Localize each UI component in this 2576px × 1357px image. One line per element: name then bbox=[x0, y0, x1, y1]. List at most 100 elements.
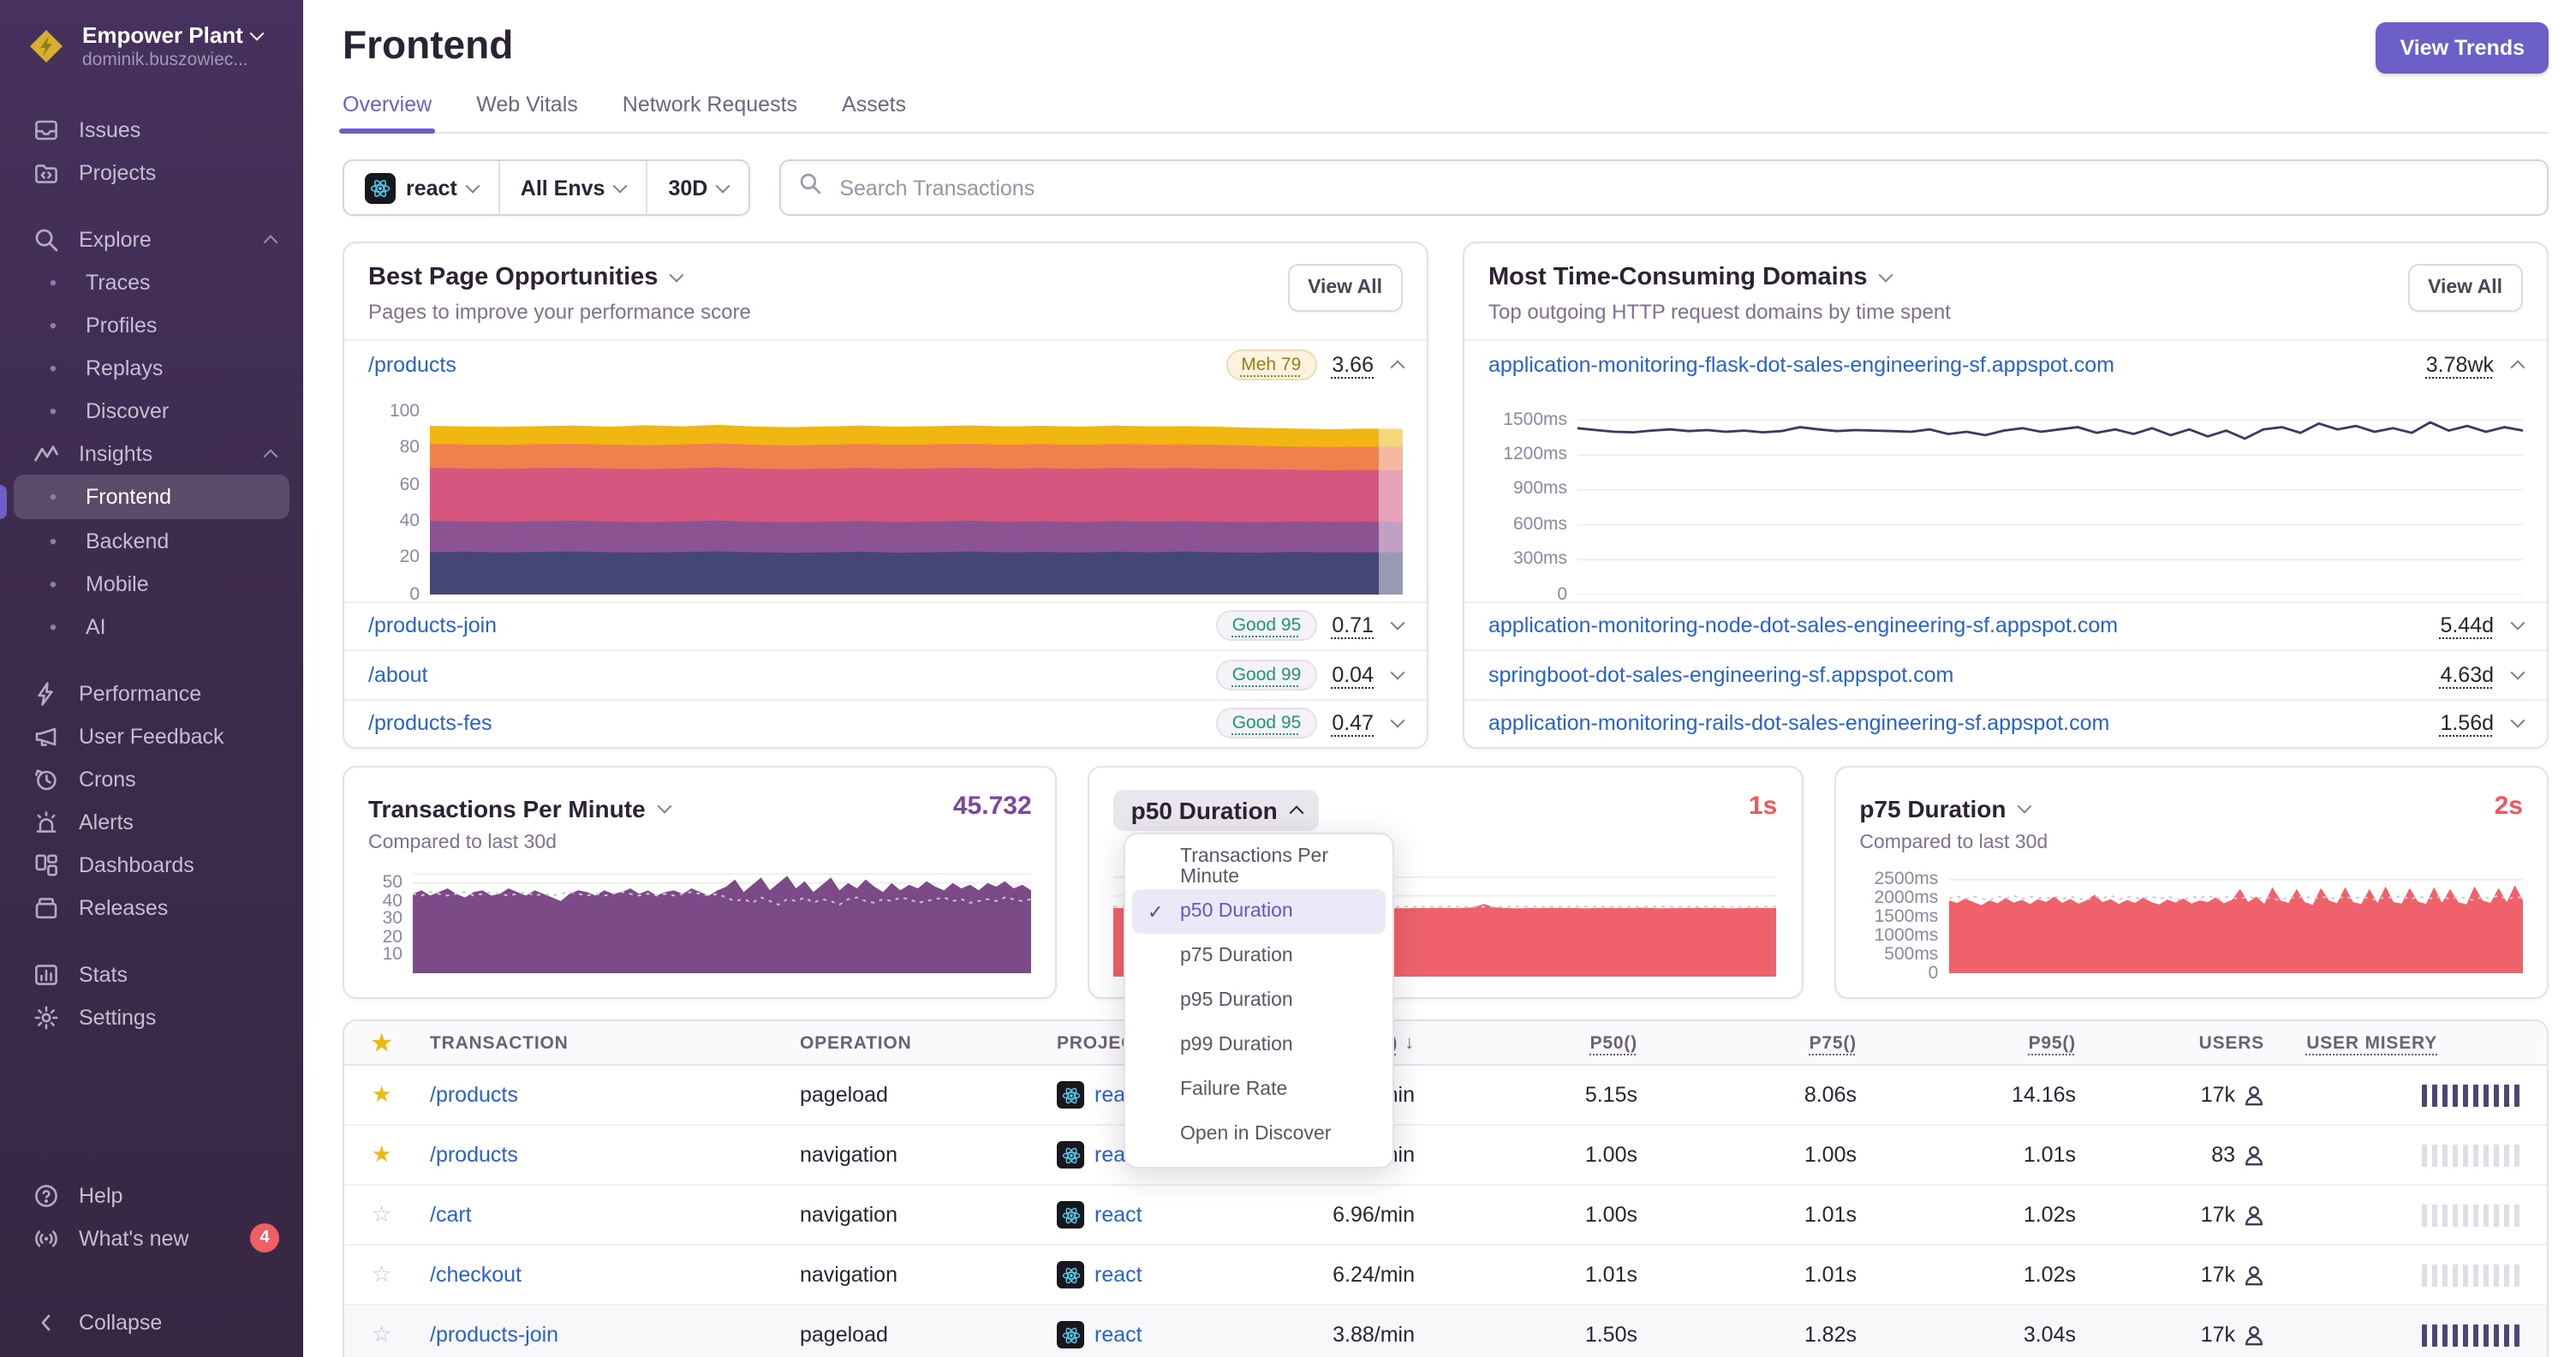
chevron-up-icon[interactable] bbox=[1390, 359, 1405, 374]
search-input[interactable] bbox=[836, 174, 2530, 201]
star-toggle[interactable]: ☆ bbox=[372, 1201, 430, 1228]
chevron-down-icon[interactable] bbox=[2510, 665, 2525, 680]
star-toggle[interactable]: ☆ bbox=[372, 1321, 430, 1348]
view-trends-button[interactable]: View Trends bbox=[2376, 22, 2549, 74]
domain-row-expanded[interactable]: application-monitoring-flask-dot-sales-e… bbox=[1464, 339, 2547, 388]
chevron-down-icon[interactable] bbox=[2510, 714, 2525, 729]
domain-link[interactable]: springboot-dot-sales-engineering-sf.apps… bbox=[1488, 663, 1953, 687]
menu-item-p50-duration[interactable]: ✓ p50 Duration bbox=[1132, 889, 1386, 934]
domain-row[interactable]: application-monitoring-node-dot-sales-en… bbox=[1464, 601, 2547, 649]
page-link[interactable]: /products bbox=[368, 353, 456, 377]
sidebar-item-traces[interactable]: • Traces bbox=[0, 260, 303, 303]
menu-item-p95-duration[interactable]: p95 Duration bbox=[1132, 978, 1386, 1023]
page-link[interactable]: /products-fes bbox=[368, 712, 492, 736]
opportunities-title[interactable]: Best Page Opportunities bbox=[368, 264, 1403, 291]
menu-item-transactions-per-minute[interactable]: Transactions Per Minute bbox=[1132, 845, 1386, 889]
tab-web-vitals[interactable]: Web Vitals bbox=[476, 93, 578, 132]
domain-link[interactable]: application-monitoring-flask-dot-sales-e… bbox=[1488, 353, 2114, 377]
table-row[interactable]: ☆ /checkout navigation react 6.24/min 1.… bbox=[344, 1246, 2547, 1306]
transaction-link[interactable]: /cart bbox=[430, 1203, 472, 1227]
score-badge[interactable]: Meh 79 bbox=[1225, 349, 1317, 380]
opportunity-row-expanded[interactable]: /products Meh 79 3.66 bbox=[344, 339, 1427, 388]
star-toggle[interactable]: ★ bbox=[372, 1141, 430, 1169]
project-link[interactable]: react bbox=[1057, 1201, 1237, 1228]
column-header-p50[interactable]: P50() bbox=[1415, 1032, 1637, 1053]
tab-network-requests[interactable]: Network Requests bbox=[623, 93, 797, 132]
menu-item-p99-duration[interactable]: p99 Duration bbox=[1132, 1023, 1386, 1067]
sidebar-item-discover[interactable]: • Discover bbox=[0, 389, 303, 432]
transaction-link[interactable]: /checkout bbox=[430, 1263, 522, 1287]
sidebar-item-crons[interactable]: Crons bbox=[0, 757, 303, 800]
table-row[interactable]: ★ /products navigation react 8.81/min 1.… bbox=[344, 1126, 2547, 1186]
sidebar-item-help[interactable]: Help bbox=[0, 1174, 303, 1217]
sidebar-item-backend[interactable]: • Backend bbox=[0, 519, 303, 562]
environment-selector[interactable]: All Envs bbox=[498, 161, 647, 214]
opportunity-row[interactable]: /products-join Good 95 0.71 bbox=[344, 601, 1427, 649]
p50-metric-selector[interactable]: p50 Duration bbox=[1113, 790, 1319, 831]
sidebar-item-frontend[interactable]: • Frontend bbox=[14, 475, 289, 519]
chevron-down-icon[interactable] bbox=[1390, 665, 1405, 680]
table-row[interactable]: ★ /products pageload react 18.81/min 5.1… bbox=[344, 1066, 2547, 1126]
page-link[interactable]: /about bbox=[368, 663, 428, 687]
star-toggle[interactable]: ★ bbox=[372, 1081, 430, 1109]
menu-item-p75-duration[interactable]: p75 Duration bbox=[1132, 934, 1386, 978]
sidebar-item-issues[interactable]: Issues bbox=[0, 108, 303, 151]
column-header-users[interactable]: USERS bbox=[2076, 1032, 2264, 1053]
transaction-link[interactable]: /products bbox=[430, 1083, 518, 1107]
tab-assets[interactable]: Assets bbox=[842, 93, 906, 132]
column-header-user-misery[interactable]: USER MISERY bbox=[2264, 1032, 2519, 1053]
star-toggle[interactable]: ☆ bbox=[372, 1261, 430, 1288]
project-link[interactable]: react bbox=[1057, 1321, 1237, 1348]
transaction-link[interactable]: /products-join bbox=[430, 1323, 558, 1347]
column-header-transaction[interactable]: TRANSACTION bbox=[430, 1032, 800, 1053]
project-selector[interactable]: react bbox=[344, 161, 498, 214]
score-badge[interactable]: Good 95 bbox=[1216, 610, 1317, 642]
opportunities-view-all-button[interactable]: View All bbox=[1287, 264, 1403, 312]
domains-view-all-button[interactable]: View All bbox=[2407, 264, 2523, 312]
sidebar-item-replays[interactable]: • Replays bbox=[0, 346, 303, 389]
sidebar-item-settings[interactable]: Settings bbox=[0, 995, 303, 1038]
menu-item-open-in-discover[interactable]: Open in Discover bbox=[1132, 1112, 1386, 1157]
sidebar-item-releases[interactable]: Releases bbox=[0, 886, 303, 929]
score-badge[interactable]: Good 95 bbox=[1216, 708, 1317, 739]
menu-item-failure-rate[interactable]: Failure Rate bbox=[1132, 1067, 1386, 1112]
sidebar-item-user-feedback[interactable]: User Feedback bbox=[0, 714, 303, 757]
sidebar-item-insights[interactable]: Insights bbox=[0, 432, 303, 475]
sidebar-item-explore[interactable]: Explore bbox=[0, 218, 303, 260]
tpm-metric-selector[interactable]: Transactions Per Minute bbox=[368, 788, 1032, 829]
score-badge[interactable]: Good 99 bbox=[1216, 659, 1317, 690]
page-link[interactable]: /products-join bbox=[368, 614, 497, 638]
date-range-selector[interactable]: 30D bbox=[646, 161, 748, 214]
p75-metric-selector[interactable]: p75 Duration bbox=[1859, 788, 2523, 829]
chevron-down-icon[interactable] bbox=[1390, 714, 1405, 729]
org-switcher[interactable]: Empower Plant dominik.buszowiec... bbox=[0, 0, 303, 70]
column-header-p95[interactable]: P95() bbox=[1857, 1032, 2076, 1053]
sidebar-item-stats[interactable]: Stats bbox=[0, 953, 303, 995]
domain-link[interactable]: application-monitoring-rails-dot-sales-e… bbox=[1488, 712, 2109, 736]
table-row[interactable]: ☆ /cart navigation react 6.96/min 1.00s … bbox=[344, 1186, 2547, 1246]
sidebar-item-projects[interactable]: Projects bbox=[0, 151, 303, 194]
domains-title[interactable]: Most Time-Consuming Domains bbox=[1488, 264, 2523, 291]
sidebar-collapse-button[interactable]: Collapse bbox=[0, 1300, 303, 1343]
opportunity-row[interactable]: /about Good 99 0.04 bbox=[344, 649, 1427, 698]
column-header-operation[interactable]: OPERATION bbox=[800, 1032, 1057, 1053]
sidebar-item-alerts[interactable]: Alerts bbox=[0, 800, 303, 843]
chevron-down-icon[interactable] bbox=[1390, 616, 1405, 631]
sidebar-item-profiles[interactable]: • Profiles bbox=[0, 303, 303, 346]
domain-row[interactable]: springboot-dot-sales-engineering-sf.apps… bbox=[1464, 649, 2547, 698]
transaction-link[interactable]: /products bbox=[430, 1143, 518, 1167]
chevron-down-icon[interactable] bbox=[2510, 616, 2525, 631]
sidebar-item-ai[interactable]: • AI bbox=[0, 605, 303, 648]
domain-row[interactable]: application-monitoring-rails-dot-sales-e… bbox=[1464, 698, 2547, 747]
star-column-header[interactable]: ★ bbox=[372, 1029, 430, 1056]
sidebar-item-whats-new[interactable]: What's new 4 bbox=[0, 1217, 303, 1259]
tab-overview[interactable]: Overview bbox=[338, 93, 436, 134]
table-row[interactable]: ☆ /products-join pageload react 3.88/min… bbox=[344, 1306, 2547, 1357]
opportunity-row[interactable]: /products-fes Good 95 0.47 bbox=[344, 698, 1427, 747]
domain-link[interactable]: application-monitoring-node-dot-sales-en… bbox=[1488, 614, 2118, 638]
chevron-up-icon[interactable] bbox=[2510, 359, 2525, 374]
column-header-p75[interactable]: P75() bbox=[1637, 1032, 1857, 1053]
sidebar-item-dashboards[interactable]: Dashboards bbox=[0, 843, 303, 886]
project-link[interactable]: react bbox=[1057, 1261, 1237, 1288]
sidebar-item-performance[interactable]: Performance bbox=[0, 672, 303, 714]
